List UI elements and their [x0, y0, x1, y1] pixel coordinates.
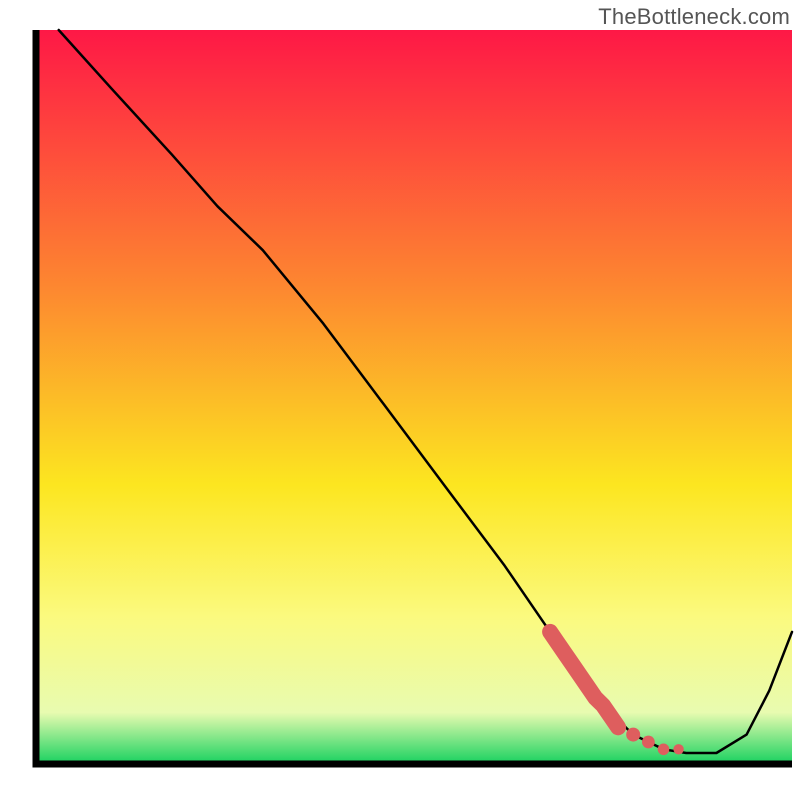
highlight-dot [658, 744, 670, 756]
highlight-dot [673, 744, 683, 754]
chart-container: TheBottleneck.com [0, 0, 800, 800]
highlight-dot [642, 736, 655, 749]
gradient-background [36, 30, 792, 764]
chart-svg [0, 0, 800, 800]
watermark-label: TheBottleneck.com [598, 4, 790, 30]
highlight-dot [626, 728, 640, 742]
plot-area [0, 0, 800, 800]
